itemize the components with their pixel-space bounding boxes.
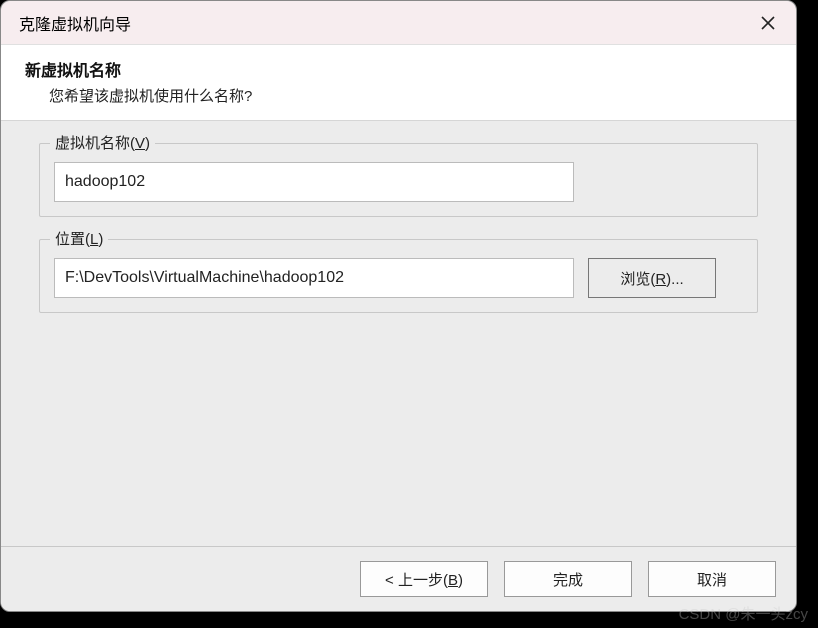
- cancel-button[interactable]: 取消: [648, 561, 776, 597]
- close-icon: [760, 15, 776, 31]
- header-subheading: 您希望该虚拟机使用什么名称?: [25, 85, 772, 106]
- back-button[interactable]: < 上一步(B): [360, 561, 488, 597]
- clone-vm-wizard-dialog: 克隆虚拟机向导 新虚拟机名称 您希望该虚拟机使用什么名称? 虚拟机名称(V) 位…: [0, 0, 797, 612]
- browse-button[interactable]: 浏览(R)...: [588, 258, 716, 298]
- wizard-header: 新虚拟机名称 您希望该虚拟机使用什么名称?: [1, 45, 796, 121]
- location-label: 位置(L): [50, 228, 108, 249]
- close-button[interactable]: [754, 9, 782, 37]
- titlebar: 克隆虚拟机向导: [1, 1, 796, 45]
- location-input[interactable]: [54, 258, 574, 298]
- wizard-footer: < 上一步(B) 完成 取消: [1, 546, 796, 611]
- location-row: 浏览(R)...: [54, 258, 743, 298]
- vm-name-label: 虚拟机名称(V): [50, 132, 155, 153]
- vm-name-group: 虚拟机名称(V): [39, 143, 758, 217]
- window-title: 克隆虚拟机向导: [19, 11, 131, 35]
- wizard-body: 虚拟机名称(V) 位置(L) 浏览(R)...: [1, 121, 796, 546]
- header-heading: 新虚拟机名称: [25, 57, 772, 81]
- location-group: 位置(L) 浏览(R)...: [39, 239, 758, 313]
- vm-name-input[interactable]: [54, 162, 574, 202]
- finish-button[interactable]: 完成: [504, 561, 632, 597]
